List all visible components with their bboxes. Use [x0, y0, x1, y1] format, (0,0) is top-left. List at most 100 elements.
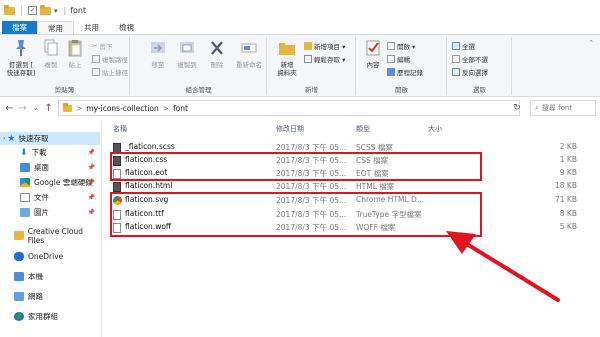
tab-home[interactable]: 常用: [37, 21, 74, 34]
open-button[interactable]: 開啟 ▾: [387, 41, 415, 51]
onedrive-icon: [14, 252, 24, 261]
nav-item-label: 網路: [28, 292, 43, 301]
column-header-size[interactable]: 大小: [428, 124, 442, 134]
ribbon: 釘選到 [ 快速存取] 複製 貼上 ✂ 剪下 複製路徑 貼上捷徑 剪貼簿 移至 …: [0, 35, 600, 97]
history-button[interactable]: 歷程記錄: [387, 67, 423, 77]
pin-label-line1: 釘選到 [: [8, 61, 34, 69]
new-folder-button[interactable]: 新增 資料夾: [272, 39, 302, 77]
homegroup-icon: [14, 312, 24, 321]
paste-shortcut-icon: [92, 68, 100, 76]
breadcrumb-my-icons-collection[interactable]: my-icons-collection: [86, 104, 158, 113]
select-none-label: 全部不選: [462, 56, 488, 64]
paste-shortcut-button[interactable]: 貼上捷徑: [92, 67, 128, 77]
star-icon: ★: [7, 133, 16, 144]
cut-label: 剪下: [99, 43, 113, 51]
address-bar[interactable]: > my-icons-collection > font: [58, 100, 520, 116]
copy-button[interactable]: 複製: [40, 39, 62, 69]
pin-to-quick-access-button[interactable]: 釘選到 [ 快速存取]: [4, 39, 38, 77]
nav-item-this-pc[interactable]: 本機: [0, 270, 100, 283]
customize-toolbar-dropdown[interactable]: ▾: [54, 7, 58, 15]
select-all-button[interactable]: 全選: [452, 41, 475, 51]
file-size: 8 KB: [559, 209, 577, 218]
clipboard-icon: [68, 40, 82, 57]
copy-icon: [44, 39, 58, 56]
documents-icon: [20, 193, 30, 202]
new-folder-label-line2: 資料夾: [277, 69, 297, 77]
easy-access-button[interactable]: 輕鬆存取 ▾: [304, 54, 345, 64]
properties-check-icon[interactable]: ✓: [28, 6, 37, 15]
nav-item-homegroup[interactable]: 家用群組: [0, 310, 100, 323]
invert-selection-button[interactable]: 反向選擇: [452, 67, 488, 77]
forward-arrow-icon[interactable]: →: [16, 103, 29, 114]
open-icon: [387, 42, 395, 50]
back-arrow-icon[interactable]: ←: [3, 103, 16, 114]
new-item-button[interactable]: 新增項目 ▾: [304, 41, 345, 51]
nav-item-label: 文件: [34, 193, 49, 202]
copy-to-label: 複製到: [177, 61, 197, 69]
nav-item-pictures[interactable]: 圖片 📌: [0, 206, 100, 219]
nav-item-documents[interactable]: 文件 📌: [0, 191, 100, 204]
move-to-icon: [151, 42, 165, 53]
easy-access-label: 輕鬆存取 ▾: [314, 56, 346, 64]
download-icon: ⬇: [20, 147, 28, 158]
clipboard-group-label: 剪貼簿: [54, 86, 75, 94]
nav-item-onedrive[interactable]: OneDrive: [0, 250, 100, 263]
search-box[interactable]: ⌕ 搜尋 font: [530, 100, 596, 116]
history-label: 歷程記錄: [397, 69, 423, 77]
rename-icon: [241, 43, 257, 53]
breadcrumb-separator: >: [162, 103, 170, 113]
tab-view[interactable]: 檢視: [109, 21, 144, 34]
new-folder-icon[interactable]: [40, 4, 51, 15]
search-placeholder: 搜尋 font: [541, 104, 573, 112]
nav-item-network[interactable]: 網路: [0, 290, 100, 303]
pin-label-line2: 快速存取]: [6, 69, 36, 77]
file-size: 18 KB: [555, 181, 577, 190]
tab-file[interactable]: 檔案: [2, 21, 37, 34]
nav-item-desktop[interactable]: 桌面 📌: [0, 161, 100, 174]
new-item-label: 新增項目 ▾: [314, 43, 346, 51]
column-header-type[interactable]: 類型: [356, 124, 370, 134]
refresh-icon[interactable]: ↻: [510, 100, 524, 116]
copy-label: 複製: [44, 61, 58, 69]
pin-icon: 📌: [87, 209, 95, 216]
folder-icon: [63, 102, 72, 112]
edit-button[interactable]: 編輯: [387, 54, 410, 64]
paste-label: 貼上: [68, 61, 82, 69]
move-to-button[interactable]: 移至: [145, 39, 171, 69]
search-icon: ⌕: [535, 103, 539, 112]
expand-chevron-icon[interactable]: ›: [3, 135, 5, 142]
pin-icon: 📌: [87, 164, 95, 171]
network-icon: [14, 292, 24, 301]
highlight-box-svg-ttf-woff: [110, 192, 482, 237]
invert-selection-label: 反向選擇: [462, 69, 488, 77]
paste-button[interactable]: 貼上: [64, 39, 86, 69]
column-header-date[interactable]: 修改日期: [276, 124, 304, 134]
copy-to-button[interactable]: 複製到: [173, 39, 201, 69]
nav-item-label: Creative Cloud Files: [27, 226, 84, 245]
rename-button[interactable]: 重新命名: [233, 39, 265, 69]
select-none-button[interactable]: 全部不選: [452, 54, 488, 64]
recent-locations-chevron-icon[interactable]: ⌄: [29, 104, 42, 112]
nav-item-label: 快速存取: [18, 134, 49, 143]
delete-x-icon: [211, 41, 223, 55]
open-label: 開啟 ▾: [397, 43, 416, 51]
address-toolbar: ← → ⌄ ↑ > my-icons-collection > font ↻ ⌕…: [0, 98, 600, 118]
column-header-name[interactable]: 名稱: [113, 124, 127, 134]
folder-icon[interactable]: [4, 4, 15, 15]
nav-item-downloads[interactable]: ⬇ 下載 📌: [0, 146, 100, 159]
nav-item-quick-access[interactable]: › ★ 快速存取: [0, 132, 100, 145]
breadcrumb-font[interactable]: font: [173, 104, 188, 113]
tab-share[interactable]: 共用: [74, 21, 109, 34]
copy-path-button[interactable]: 複製路徑: [92, 54, 128, 64]
scissors-icon: ✂: [92, 42, 98, 50]
nav-item-google-drive[interactable]: Google 雲端硬碟 📌: [0, 176, 100, 189]
cut-button[interactable]: ✂ 剪下: [92, 41, 112, 51]
collapse-ribbon-icon[interactable]: ⌃: [588, 39, 594, 47]
properties-button[interactable]: 內容: [361, 39, 385, 69]
delete-label: 刪除: [210, 61, 224, 69]
delete-button[interactable]: 刪除: [205, 39, 229, 69]
nav-item-label: Google 雲端硬碟: [34, 178, 93, 187]
file-size: 1 KB: [559, 155, 577, 164]
nav-item-creative-cloud[interactable]: Creative Cloud Files: [0, 226, 100, 245]
up-arrow-icon[interactable]: ↑: [42, 103, 55, 114]
